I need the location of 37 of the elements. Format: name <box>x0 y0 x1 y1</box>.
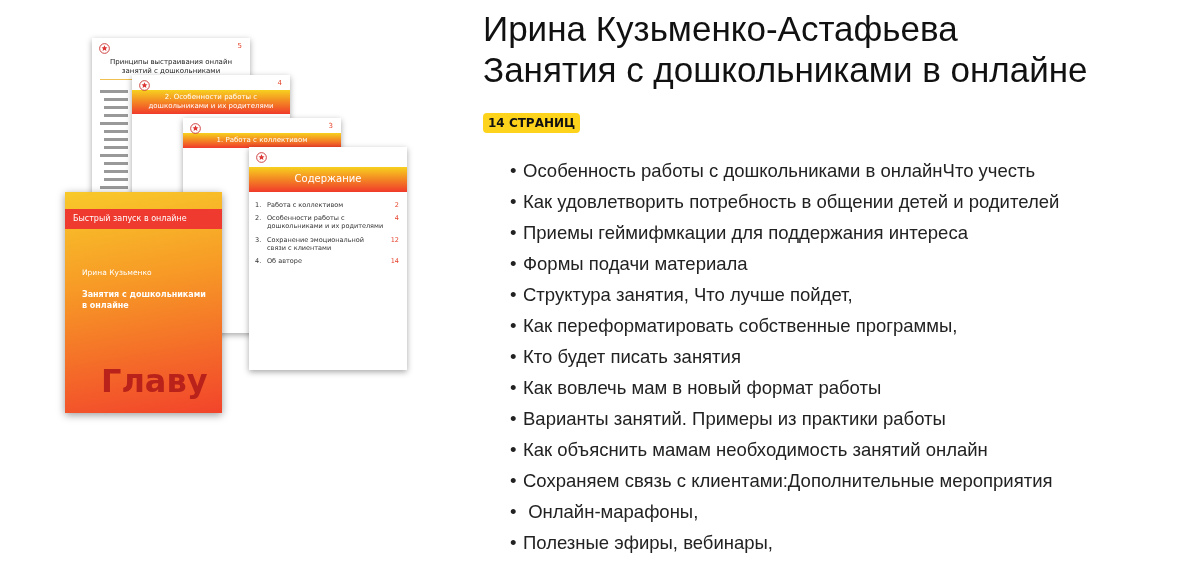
topic-item: Сохраняем связь с клиентами:Дополнительные мероприятия <box>523 469 1053 494</box>
bullet: • <box>510 345 518 370</box>
logo-icon <box>99 43 110 54</box>
bullet: • <box>510 221 518 246</box>
topic-item: Приемы геймифмкации для поддержания интереса <box>523 221 968 246</box>
topic-item: Онлайн-марафоны, <box>527 500 699 525</box>
topic-item: Особенность работы с дошкольниками в онлайнЧто учесть <box>523 159 1036 184</box>
page-count-badge: 14 СТРАНИЦ <box>483 112 581 133</box>
topic-item: Как вовлечь мам в новый формат работы <box>523 376 882 401</box>
bullet: • <box>510 469 518 494</box>
logo-icon <box>139 80 150 91</box>
author-name: Ирина Кузьменко-Астафьева <box>483 8 959 50</box>
cover-title: Занятия с дошкольниками в онлайне <box>82 290 207 312</box>
cover-series: Быстрый запуск в онлайне <box>65 209 222 229</box>
topic-item: Кто будет писать занятия <box>523 345 741 370</box>
topic-item: Формы подачи материала <box>523 252 748 277</box>
bullet: • <box>510 314 518 339</box>
topic-item: Полезные эфиры, вебинары, <box>523 531 773 556</box>
cover-brand-mark: Главу <box>101 363 208 399</box>
bullet: • <box>510 500 518 525</box>
bullet: • <box>510 407 518 432</box>
topic-item: Структура занятия, Что лучше пойдет, <box>523 283 853 308</box>
bullet: • <box>510 159 518 184</box>
logo-icon <box>256 152 267 163</box>
product-title: Занятия с дошкольниками в онлайне <box>483 49 1089 91</box>
bullet: • <box>510 531 518 556</box>
bullet: • <box>510 252 518 277</box>
contents-header: Содержание <box>249 167 407 192</box>
bullet: • <box>510 283 518 308</box>
logo-icon <box>190 123 201 134</box>
topic-item: Как удовлетворить потребность в общении детей и родителей <box>523 190 1060 215</box>
bullet: • <box>510 190 518 215</box>
topic-item: Как объяснить мамам необходимость занятий онлайн <box>523 438 988 463</box>
topic-item: Варианты занятий. Примеры из практики работы <box>523 407 946 432</box>
bullet: • <box>510 438 518 463</box>
bullet: • <box>510 376 518 401</box>
topic-item: Как переформатировать собственные программы, <box>523 314 958 339</box>
